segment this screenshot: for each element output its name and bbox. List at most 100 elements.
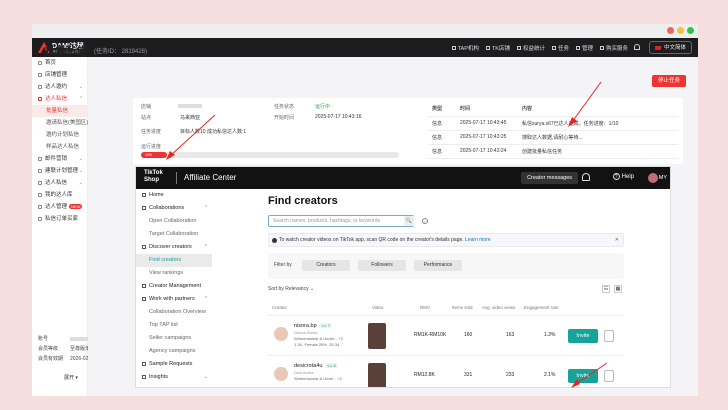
tiktok-nav-label: Sample Requests — [149, 361, 193, 367]
run-progress-fill: 10% — [141, 152, 167, 158]
info-icon[interactable]: i — [422, 218, 428, 224]
filter-creators[interactable]: Creators — [302, 260, 350, 271]
tiktok-nav-item[interactable]: Work with partners ⌃ — [136, 293, 216, 306]
sidebar-item-label: 达人私信 — [45, 180, 68, 186]
top-nav-item[interactable]: 权益统计 — [516, 44, 545, 52]
sidebar-item[interactable]: 邀约计划私信 — [32, 129, 87, 141]
log-cell: 信息 — [428, 144, 456, 159]
creator-subname: Desi Ardita — [294, 370, 314, 375]
expand-toggle[interactable]: 展开 ▾ — [64, 374, 78, 381]
invite-button[interactable]: Invite — [568, 369, 598, 383]
language-select[interactable]: 中文简体 — [648, 41, 692, 54]
bell-icon[interactable] — [582, 173, 590, 181]
tiktok-nav-label: Collaboration Overview — [149, 309, 206, 315]
tiktok-nav-item[interactable]: Creator Management — [136, 280, 216, 293]
top-nav-item-label: 权益统计 — [522, 45, 545, 52]
close-icon[interactable]: ✕ — [615, 234, 619, 247]
tiktok-nav-item[interactable]: View rankings — [136, 267, 216, 280]
sidebar-item[interactable]: 达人私信 ⌃ — [32, 93, 87, 105]
sidebar-item[interactable]: 邀请私信(美国区) — [32, 117, 88, 129]
minimize-dot[interactable] — [667, 27, 674, 34]
status-value: 运行中 — [315, 104, 331, 110]
avatar[interactable] — [274, 367, 288, 381]
tiktok-nav-label: Agency campaigns — [149, 348, 196, 354]
maximize-dot[interactable] — [677, 27, 684, 34]
video-thumbnail[interactable] — [368, 323, 386, 349]
user-region: MY — [658, 175, 667, 181]
list-view-icon[interactable]: ☷ — [602, 285, 610, 293]
learn-more-link[interactable]: Learn more — [465, 237, 491, 243]
tiktok-nav-item[interactable]: Seller campaigns — [136, 332, 216, 345]
tiktok-nav-item[interactable]: Target Collaboration — [136, 228, 216, 241]
sidebar-item-label: 我的达人库 — [45, 192, 73, 198]
tiktok-nav-item[interactable]: Find creators — [136, 254, 212, 267]
log-cell: 搜取达人数据,请耐心等待... — [518, 130, 678, 145]
tiktok-nav-item[interactable]: Collaboration Overview — [136, 306, 216, 319]
top-nav-item[interactable]: 购买服务 — [599, 44, 628, 52]
nav-item-icon — [599, 46, 604, 51]
help-button[interactable]: ? Help — [612, 173, 634, 180]
tiktok-nav-label: Top TAP list — [149, 322, 178, 328]
tiktok-nav-item[interactable]: Top TAP list — [136, 319, 216, 332]
tiktok-nav-item[interactable]: Home — [136, 189, 216, 202]
sidebar-item[interactable]: 达人邀约 ⌄ — [32, 81, 87, 93]
top-nav-item[interactable]: 管理 — [575, 44, 593, 52]
search-input[interactable]: Search names, products, hashtags, or key… — [268, 215, 414, 227]
creator-category: Womenswear & Unde... +2 — [294, 376, 342, 381]
chevron-icon: ⌃ — [78, 96, 83, 102]
log-cell: 2025-07-17 10:43:45 — [456, 116, 518, 131]
tiktok-sidebar: Home Collaborations ⌃ Open Collaboration Tar… — [136, 189, 216, 387]
sidebar-item[interactable]: 样品达人私信 — [32, 141, 87, 153]
headset-icon[interactable] — [634, 44, 640, 50]
creator-category: Womenswear & Under... +2 — [294, 336, 343, 341]
video-thumbnail[interactable] — [368, 363, 386, 387]
sidebar-item[interactable]: 首页 — [32, 57, 87, 69]
cell-views: 233 — [506, 372, 515, 378]
tiktok-nav-item[interactable]: Agency campaigns — [136, 345, 216, 358]
close-dot[interactable] — [687, 27, 694, 34]
creator-name[interactable]: desicrota4u Lv. 6 — [294, 363, 338, 369]
sidebar-item[interactable]: 店铺管理 — [32, 69, 87, 81]
sidebar-item[interactable]: 我的达人库 — [32, 189, 87, 201]
search-icon[interactable]: 🔍 — [404, 216, 414, 226]
sidebar-item[interactable]: 邮件营销 ⌄ — [32, 153, 87, 165]
creator-name[interactable]: nisora.bp Lv. 7 — [294, 323, 333, 329]
flag-icon — [654, 45, 661, 50]
tiktok-nav-item[interactable]: Open Collaboration — [136, 215, 216, 228]
creator-messages-button[interactable]: Creator messages — [521, 172, 578, 184]
log-cell: 信息 — [428, 116, 456, 131]
top-nav-item[interactable]: 任务 — [551, 44, 569, 52]
filter-performance[interactable]: Performance — [414, 260, 462, 271]
nav-icon — [142, 205, 146, 210]
sidebar-item[interactable]: 批量私信 — [32, 105, 87, 117]
avatar[interactable] — [274, 327, 288, 341]
sort-dropdown[interactable]: Sort by Relevancy ⌄ — [268, 286, 314, 292]
start-time-value: 2025-07-17 10:43:16 — [315, 114, 362, 120]
sidebar-item[interactable]: 私信订单买家 — [32, 213, 87, 225]
bookmark-icon[interactable] — [604, 370, 614, 382]
sidebar-item[interactable]: 建联计划管理 ⌄ — [32, 165, 87, 177]
top-nav-item[interactable]: TK店铺 — [485, 44, 510, 52]
filter-followers[interactable]: Followers — [358, 260, 406, 271]
chevron-icon: ⌄ — [78, 156, 83, 162]
bookmark-icon[interactable] — [604, 330, 614, 342]
sidebar-item[interactable]: 达人管理 NEW ⌄ — [32, 201, 87, 213]
log-cell: 2025-07-17 10:43:25 — [456, 130, 518, 145]
col-video: Video — [372, 305, 384, 310]
tiktok-nav-item[interactable]: Insights ⌄ — [136, 371, 216, 384]
sidebar-item[interactable]: 达人私信 ⌄ — [32, 177, 87, 189]
tiktok-nav-item[interactable]: Discover creators ⌃ — [136, 241, 216, 254]
invite-button[interactable]: Invite — [568, 329, 598, 343]
grid-view-icon[interactable]: ▦ — [614, 285, 622, 293]
header-divider — [176, 172, 177, 184]
top-nav-item[interactable]: TAP机构 — [451, 44, 479, 52]
level-badge: Lv. 7 — [319, 323, 333, 328]
log-cell: 信息 — [428, 130, 456, 145]
tiktok-nav-item[interactable]: Sample Requests — [136, 358, 216, 371]
avatar[interactable] — [648, 173, 658, 183]
tiktok-nav-item[interactable]: Collaborations ⌃ — [136, 202, 216, 215]
sidebar-item-label: 达人私信 — [45, 96, 68, 102]
stop-task-button[interactable]: 停止任务 — [651, 75, 686, 87]
help-icon: ? — [612, 173, 620, 180]
account-label: 账号 — [38, 336, 49, 342]
